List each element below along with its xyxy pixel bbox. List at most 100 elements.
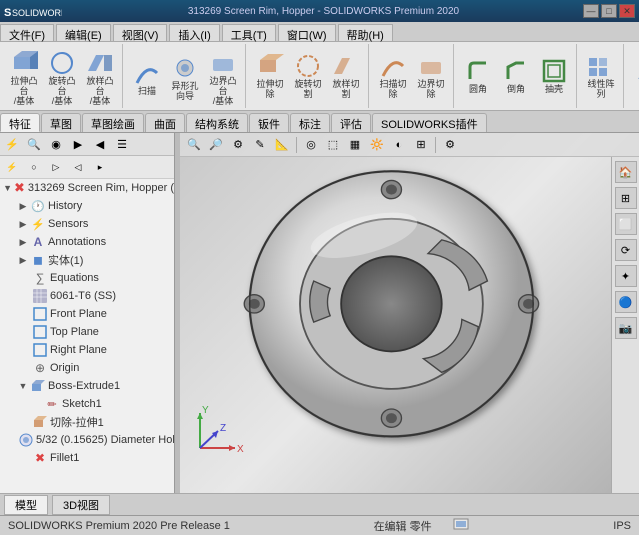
tree-view3-button[interactable]: ◀ [90, 135, 110, 153]
revolve-button[interactable]: 旋转凸台/基体 [44, 46, 80, 110]
tree-view2-button[interactable]: ▶ [68, 135, 88, 153]
vp-btn3[interactable]: ⚙ [228, 136, 248, 154]
tree-item-cut-extrude1[interactable]: 切除-拉伸1 [0, 413, 174, 431]
boss-extrude-button[interactable]: 拉伸凸台/基体 [6, 46, 42, 110]
vp-search2-button[interactable]: 🔎 [206, 136, 226, 154]
loft-cut-label: 放样切割 [331, 80, 361, 100]
rt-pan-button[interactable]: ✦ [615, 265, 637, 287]
ribbon-group-fillet: 圆角 倒角 抽壳 [456, 44, 577, 108]
viewport[interactable]: 🔍 🔎 ⚙ ✎ 📐 ◎ ⬚ ▦ 🔆 ◐ ⊞ ⚙ [180, 133, 639, 493]
hole-wizard-icon [171, 54, 199, 82]
tab-evaluate[interactable]: 评估 [331, 113, 371, 132]
chamfer-button[interactable]: 倒角 [498, 54, 534, 98]
linear-pattern-label: 线性阵列 [586, 80, 616, 100]
tab-solidworks-plugins[interactable]: SOLIDWORKS插件 [372, 113, 487, 132]
rt-home-button[interactable]: 🏠 [615, 161, 637, 183]
close-button[interactable]: ✕ [619, 4, 635, 18]
vp-btn9[interactable]: 🔆 [367, 136, 387, 154]
sweep-label: 扫描 [138, 87, 156, 97]
boss-extrude-label: 拉伸凸台/基体 [9, 77, 39, 107]
shell-button[interactable]: 抽壳 [536, 54, 572, 98]
tree-item-hole-wizard[interactable]: 5/32 (0.15625) Diameter Hole1 [0, 431, 174, 449]
vp-btn10[interactable]: ◐ [389, 136, 409, 154]
tab-structure[interactable]: 结构系统 [186, 113, 248, 132]
feature-tree-panel: ⚡ 🔍 ◉ ▶ ◀ ☰ ⚡ ○ ▷ ◁ ▸ ▼ ✖ 313269 Screen … [0, 133, 175, 493]
tree-item-fillet1[interactable]: ✖ Fillet1 [0, 449, 174, 467]
maximize-button[interactable]: □ [601, 4, 617, 18]
vp-btn8[interactable]: ▦ [345, 136, 365, 154]
tree-item-boss-extrude1[interactable]: ▼ Boss-Extrude1 [0, 377, 174, 395]
tab-file[interactable]: 文件(F) [0, 24, 54, 41]
rt-view-button[interactable]: ⬜ [615, 213, 637, 235]
tab-tools[interactable]: 工具(T) [222, 24, 276, 41]
tree-item-sensors[interactable]: ▶ Sensors [0, 215, 174, 233]
tree-item-origin[interactable]: Origin [0, 359, 174, 377]
tree-item-right-plane[interactable]: Right Plane [0, 341, 174, 359]
tree-root-item[interactable]: ▼ ✖ 313269 Screen Rim, Hopper ( [0, 179, 174, 197]
vp-btn7[interactable]: ⬚ [323, 136, 343, 154]
tab-help[interactable]: 帮助(H) [338, 24, 393, 41]
tree-item-solid[interactable]: ▶ 实体(1) [0, 251, 174, 269]
tab-features[interactable]: 特征 [0, 113, 40, 132]
linear-pattern-button[interactable]: 线性阵列 [583, 49, 619, 103]
svg-text:S: S [4, 7, 11, 19]
tree-item-top-plane[interactable]: Top Plane [0, 323, 174, 341]
vp-btn12[interactable]: ⚙ [440, 136, 460, 154]
window-controls[interactable]: — □ ✕ [583, 4, 635, 18]
draft-button[interactable]: 拔模 [630, 54, 639, 98]
sweep-cut-button[interactable]: 扫描切除 [375, 49, 411, 103]
tree-view4-button[interactable]: ☰ [112, 135, 132, 153]
vp-btn6[interactable]: ◎ [301, 136, 321, 154]
rt-zoom-button[interactable]: 🔵 [615, 291, 637, 313]
tree-item-material[interactable]: 6061-T6 (SS) [0, 287, 174, 305]
tree-view1-button[interactable]: ◉ [46, 135, 66, 153]
rt-zoom-fit-button[interactable]: ⊞ [615, 187, 637, 209]
bottom-tab-3d[interactable]: 3D视图 [52, 495, 110, 515]
vp-search-button[interactable]: 🔍 [184, 136, 204, 154]
right-plane-label: Right Plane [50, 344, 107, 356]
sweep-button[interactable]: 扫描 [129, 56, 165, 100]
fillet-button[interactable]: 圆角 [460, 54, 496, 98]
rt-camera-button[interactable]: 📷 [615, 317, 637, 339]
bottom-tab-model[interactable]: 模型 [4, 495, 48, 515]
tree-search-button[interactable]: 🔍 [24, 135, 44, 153]
tree-btn-extra5[interactable]: ▸ [90, 158, 110, 176]
tree-item-equations[interactable]: Equations [0, 269, 174, 287]
minimize-button[interactable]: — [583, 4, 599, 18]
root-label: 313269 Screen Rim, Hopper ( [28, 182, 174, 194]
tree-item-annotations[interactable]: ▶ A Annotations [0, 233, 174, 251]
tree-btn-extra4[interactable]: ◁ [68, 158, 88, 176]
top-plane-icon [32, 324, 48, 340]
boundary-boss-button[interactable]: 边界凸台/基体 [205, 46, 241, 110]
tab-window[interactable]: 窗口(W) [278, 24, 336, 41]
tab-view[interactable]: 视图(V) [113, 24, 168, 41]
hole-wizard-button[interactable]: 异形孔向导 [167, 51, 203, 105]
boundary-cut-label: 边界切除 [417, 80, 444, 100]
loft-cut-button[interactable]: 放样切割 [328, 49, 364, 103]
revolve-cut-button[interactable]: 旋转切割 [290, 49, 326, 103]
tab-sketch-drawing[interactable]: 草图绘画 [82, 113, 144, 132]
tab-insert[interactable]: 插入(I) [169, 24, 219, 41]
tree-btn-extra2[interactable]: ○ [24, 158, 44, 176]
tab-edit[interactable]: 编辑(E) [56, 24, 111, 41]
vp-btn4[interactable]: ✎ [250, 136, 270, 154]
vp-btn5[interactable]: 📐 [272, 136, 292, 154]
extrude-cut-button[interactable]: 拉伸切除 [252, 49, 288, 103]
tree-btn-extra1[interactable]: ⚡ [2, 158, 22, 176]
tree-item-front-plane[interactable]: Front Plane [0, 305, 174, 323]
svg-text:SOLIDWORKS: SOLIDWORKS [12, 8, 62, 18]
tab-sheet-metal[interactable]: 钣件 [249, 113, 289, 132]
rt-rotate-button[interactable]: ⟳ [615, 239, 637, 261]
ribbon-group-cut: 拉伸切除 旋转切割 放样切割 [248, 44, 369, 108]
boundary-cut-button[interactable]: 边界切除 [413, 49, 449, 103]
tree-btn-extra3[interactable]: ▷ [46, 158, 66, 176]
tab-sketch[interactable]: 草图 [41, 113, 81, 132]
tree-item-history[interactable]: ▶ 🕐 History [0, 197, 174, 215]
loft-button[interactable]: 放样凸台/基体 [82, 46, 118, 110]
tab-surface[interactable]: 曲面 [145, 113, 185, 132]
origin-icon [32, 360, 48, 376]
vp-btn11[interactable]: ⊞ [411, 136, 431, 154]
tab-markup[interactable]: 标注 [290, 113, 330, 132]
tree-item-sketch1[interactable]: ✏ Sketch1 [0, 395, 174, 413]
tree-filter-button[interactable]: ⚡ [2, 135, 22, 153]
